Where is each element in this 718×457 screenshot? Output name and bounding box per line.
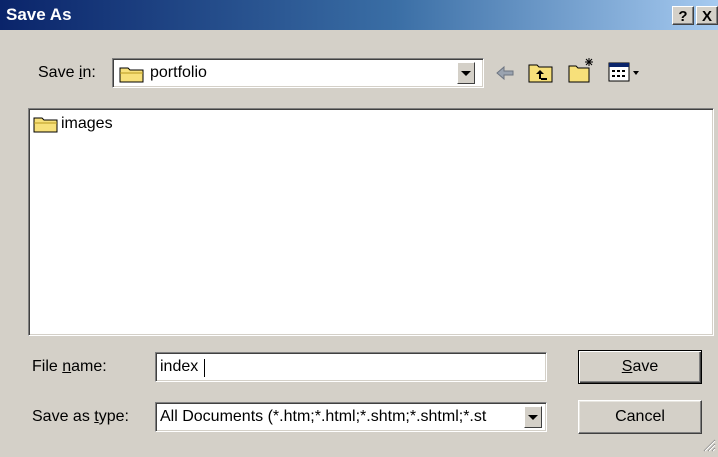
back-arrow-icon[interactable] bbox=[494, 62, 516, 84]
save-in-label-prefix: Save bbox=[38, 64, 79, 81]
save-as-type-dropdown[interactable]: All Documents (*.htm;*.html;*.shtm;*.sht… bbox=[155, 402, 547, 432]
file-name-value: index bbox=[160, 358, 199, 375]
new-folder-icon[interactable] bbox=[568, 56, 596, 84]
save-button-mnemonic: S bbox=[621, 358, 633, 375]
save-in-dropdown-arrow[interactable] bbox=[457, 62, 475, 84]
help-button[interactable]: ? bbox=[672, 6, 694, 25]
up-one-level-icon[interactable] bbox=[528, 60, 554, 84]
save-in-label-suffix: n: bbox=[82, 64, 96, 81]
file-name-label-suffix: ame: bbox=[71, 358, 107, 375]
save-in-dropdown[interactable]: portfolio bbox=[112, 58, 484, 88]
file-name-label-mnemonic: n bbox=[62, 358, 72, 375]
folder-icon bbox=[119, 65, 145, 88]
save-button-label: ave bbox=[632, 358, 659, 375]
views-menu-icon[interactable] bbox=[608, 60, 642, 84]
window-title: Save As bbox=[6, 5, 72, 24]
file-list[interactable]: images bbox=[28, 108, 714, 336]
folder-icon bbox=[33, 115, 59, 133]
save-as-type-dropdown-arrow[interactable] bbox=[524, 406, 542, 428]
file-name-input[interactable]: index bbox=[155, 352, 547, 382]
resize-grip[interactable] bbox=[700, 436, 716, 452]
file-name-label: File name: bbox=[32, 358, 107, 376]
save-as-type-label-suffix: ype: bbox=[98, 408, 129, 425]
save-as-type-value: All Documents (*.htm;*.html;*.shtm;*.sht… bbox=[160, 408, 487, 425]
save-as-type-label: Save as type: bbox=[32, 408, 129, 426]
list-item-label: images bbox=[61, 115, 113, 132]
close-button[interactable]: X bbox=[696, 6, 718, 25]
save-as-type-label-prefix: Save as bbox=[32, 408, 95, 425]
file-name-label-prefix: File bbox=[32, 358, 63, 375]
text-cursor bbox=[204, 359, 205, 377]
cancel-button[interactable]: Cancel bbox=[578, 400, 702, 434]
list-item[interactable]: images bbox=[33, 115, 113, 133]
save-in-label: Save in: bbox=[38, 64, 96, 82]
title-bar[interactable]: Save As ? X bbox=[0, 0, 718, 30]
save-button[interactable]: Save bbox=[578, 350, 702, 384]
save-in-location: portfolio bbox=[150, 64, 207, 81]
